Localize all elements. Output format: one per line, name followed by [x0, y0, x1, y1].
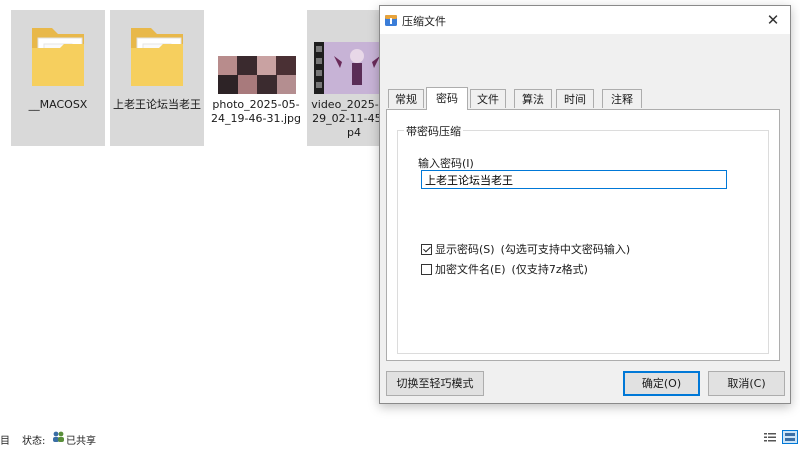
compress-dialog: 压缩文件 ✕ 常规 密码 文件 算法 时间 注释 带密码压缩 输入密码(I) 显…	[379, 5, 791, 404]
checkbox-label: 加密文件名(E)	[435, 263, 506, 276]
tab-label: 算法	[522, 93, 544, 106]
checkbox-label: 显示密码(S)	[435, 243, 495, 256]
tab-algorithm[interactable]: 算法	[514, 89, 552, 108]
close-button[interactable]: ✕	[756, 6, 790, 34]
large-icons-view-button[interactable]	[782, 430, 798, 444]
tab-label: 常规	[395, 93, 417, 106]
dialog-titlebar: 压缩文件 ✕	[380, 6, 790, 34]
cancel-button[interactable]: 取消(C)	[708, 371, 785, 396]
tab-password[interactable]: 密码	[426, 87, 468, 110]
dialog-title: 压缩文件	[402, 15, 446, 28]
tab-comment[interactable]: 注释	[602, 89, 642, 108]
status-fragment: 目	[0, 436, 10, 447]
status-value: 已共享	[66, 436, 96, 447]
checkbox-unchecked-icon	[421, 263, 432, 275]
archive-app-icon	[385, 15, 397, 26]
password-panel: 带密码压缩 输入密码(I) 显示密码(S) (勾选可支持中文密码输入) 加密文件…	[386, 109, 780, 361]
file-name: __MACOSX	[28, 98, 88, 111]
password-label: 输入密码(I)	[418, 157, 474, 170]
button-label: 切换至轻巧模式	[396, 377, 474, 390]
tab-label: 时间	[564, 93, 586, 106]
status-bar: 目 状态: 已共享	[0, 428, 800, 448]
switch-lite-mode-button[interactable]: 切换至轻巧模式	[386, 371, 484, 396]
encrypt-filenames-checkbox[interactable]: 加密文件名(E) (仅支持7z格式)	[421, 261, 588, 277]
image-item-photo[interactable]: photo_2025-05-24_19-46-31.jpg	[209, 10, 303, 146]
details-view-button[interactable]	[762, 430, 778, 444]
checkbox-checked-icon	[421, 243, 432, 255]
button-label: 取消(C)	[727, 377, 766, 390]
folder-icon	[131, 28, 183, 86]
group-title: 带密码压缩	[404, 123, 463, 139]
tab-time[interactable]: 时间	[556, 89, 594, 108]
tab-label: 密码	[436, 92, 458, 105]
folder-icon	[32, 28, 84, 86]
tab-label: 文件	[477, 93, 499, 106]
tab-files[interactable]: 文件	[470, 89, 506, 108]
details-view-icon	[764, 433, 776, 442]
checkbox-note: (勾选可支持中文密码输入)	[500, 243, 631, 256]
button-label: 确定(O)	[641, 377, 682, 390]
show-password-checkbox[interactable]: 显示密码(S) (勾选可支持中文密码输入)	[421, 241, 630, 257]
large-icons-view-icon	[785, 433, 795, 441]
tab-general[interactable]: 常规	[388, 89, 424, 108]
folder-item-laowang[interactable]: 上老王论坛当老王	[110, 10, 204, 146]
close-icon: ✕	[766, 11, 780, 29]
tab-label: 注释	[611, 93, 633, 106]
folder-item-macosx[interactable]: __MACOSX	[11, 10, 105, 146]
image-thumbnail-icon	[218, 56, 296, 94]
file-name: photo_2025-05-24_19-46-31.jpg	[211, 98, 301, 125]
file-name: 上老王论坛当老王	[113, 98, 201, 111]
status-label: 状态:	[22, 436, 46, 447]
checkbox-note: (仅支持7z格式)	[511, 263, 588, 276]
shared-people-icon	[53, 431, 64, 442]
ok-button[interactable]: 确定(O)	[623, 371, 700, 396]
password-input[interactable]	[421, 170, 727, 189]
